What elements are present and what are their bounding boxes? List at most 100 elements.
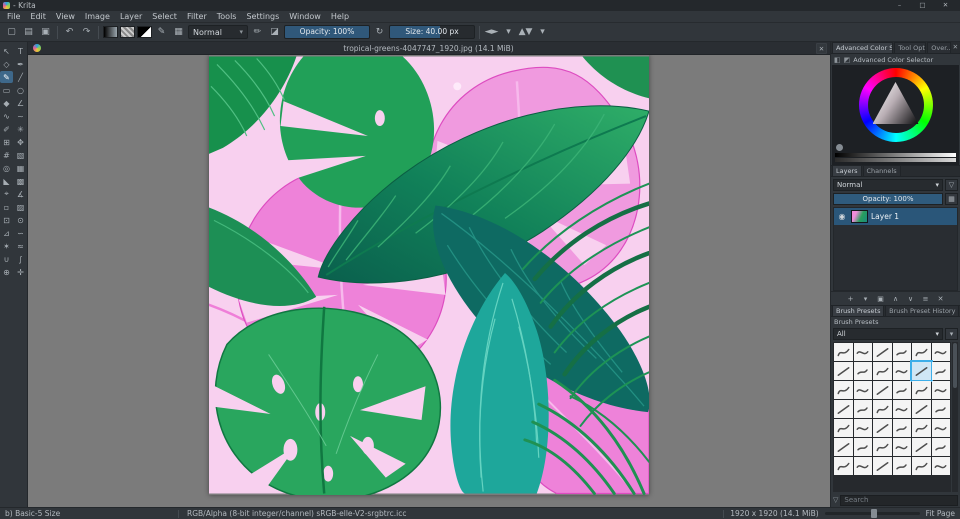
menu-edit[interactable]: Edit (25, 11, 51, 23)
brush-preset-22[interactable] (912, 400, 931, 418)
opacity-slider[interactable]: Opacity: 100% (284, 25, 370, 39)
zoom-mode-label[interactable]: Fit Page (926, 509, 955, 518)
brush-preset-26[interactable] (873, 419, 892, 437)
brush-preset-32[interactable] (873, 438, 892, 456)
brush-preset-17[interactable] (931, 381, 950, 399)
tool-rectangular-select[interactable]: ⊡ (0, 214, 13, 226)
brush-preset-2[interactable] (873, 343, 892, 361)
zoom-slider-thumb[interactable] (870, 509, 877, 518)
tool-polyline[interactable]: ∠ (14, 97, 27, 109)
docker-tab-0[interactable]: Advanced Color Sele... (832, 42, 894, 53)
duplicate-layer-button[interactable]: ▣ (875, 293, 886, 304)
mirror-horizontal-icon[interactable]: ◄► (484, 25, 499, 40)
erase-mode-icon[interactable]: ◪ (267, 25, 282, 40)
minimize-button[interactable]: – (888, 0, 911, 11)
tool-dynamic-brush[interactable]: ✐ (0, 123, 13, 135)
brush-preset-13[interactable] (853, 381, 872, 399)
tool-fill[interactable]: ◣ (0, 175, 13, 187)
menu-filter[interactable]: Filter (182, 11, 212, 23)
brush-tab-0[interactable]: Brush Presets (832, 305, 885, 316)
save-icon[interactable]: ▣ (38, 25, 53, 40)
docker-tab-2[interactable]: Over... (927, 42, 951, 53)
redo-icon[interactable]: ↷ (79, 25, 94, 40)
mirror-horizontal-caret-icon[interactable]: ▾ (501, 25, 516, 40)
menu-settings[interactable]: Settings (241, 11, 284, 23)
brush-preset-40[interactable] (912, 457, 931, 475)
tool-measure[interactable]: ∡ (14, 188, 27, 200)
close-button[interactable]: ✕ (934, 0, 957, 11)
layer-blending-mode-select[interactable]: Normal ▾ (833, 179, 943, 191)
brush-search-input[interactable] (840, 494, 958, 506)
brush-preset-1[interactable] (853, 343, 872, 361)
maximize-button[interactable]: □ (911, 0, 934, 11)
tool-select-shapes[interactable]: ↖ (0, 45, 13, 57)
tool-similar-color-select[interactable]: ≈ (14, 240, 27, 252)
brush-preset-18[interactable] (834, 400, 853, 418)
brush-preset-10[interactable] (910, 360, 933, 382)
layers-tab-0[interactable]: Layers (832, 165, 862, 176)
color-selector-shape-icon[interactable]: ◩ (844, 56, 851, 64)
brush-grid-scrollbar[interactable] (952, 342, 958, 492)
brush-preset-29[interactable] (931, 419, 950, 437)
menu-select[interactable]: Select (147, 11, 182, 23)
tool-enclose-fill[interactable]: ▩ (14, 175, 27, 187)
undo-icon[interactable]: ↶ (62, 25, 77, 40)
menu-layer[interactable]: Layer (115, 11, 147, 23)
menu-help[interactable]: Help (326, 11, 354, 23)
tool-color-sampler[interactable]: ◎ (0, 162, 13, 174)
brush-preset-8[interactable] (873, 362, 892, 380)
tool-transform[interactable]: ⊞ (0, 136, 13, 148)
brush-preset-27[interactable] (892, 419, 911, 437)
brush-preset-0[interactable] (834, 343, 853, 361)
layer-row[interactable]: ◉ Layer 1 (834, 208, 957, 225)
tool-rectangle[interactable]: ▭ (0, 84, 13, 96)
tool-bezier-curve[interactable]: ∿ (0, 110, 13, 122)
tool-zoom[interactable]: ⊕ (0, 266, 13, 278)
brush-tab-1[interactable]: Brush Preset History (885, 305, 959, 316)
toolbar-overflow-icon[interactable]: ▾ (535, 25, 550, 40)
tool-freehand-path[interactable]: ~ (14, 110, 27, 122)
brush-preset-15[interactable] (892, 381, 911, 399)
brush-preset-41[interactable] (931, 457, 950, 475)
brush-preset-34[interactable] (912, 438, 931, 456)
color-selector-settings-icon[interactable]: ◧ (834, 56, 841, 64)
tool-reference-images[interactable]: ▫ (0, 201, 13, 213)
brush-preset-37[interactable] (853, 457, 872, 475)
tool-ellipse[interactable]: ○ (14, 84, 27, 96)
brush-tag-filter-select[interactable]: All ▾ (833, 328, 943, 340)
brush-preset-14[interactable] (873, 381, 892, 399)
brush-preset-33[interactable] (892, 438, 911, 456)
brush-preset-9[interactable] (892, 362, 911, 380)
canvas-viewport[interactable] (28, 55, 830, 507)
tool-polygon[interactable]: ◆ (0, 97, 13, 109)
brush-preset-3[interactable] (892, 343, 911, 361)
tool-bezier-select[interactable]: ∫ (14, 253, 27, 265)
layer-opacity-slider[interactable]: Opacity: 100% (833, 193, 943, 205)
menu-view[interactable]: View (51, 11, 80, 23)
brush-preset-21[interactable] (892, 400, 911, 418)
move-layer-up-button[interactable]: ∧ (890, 293, 901, 304)
delete-layer-button[interactable]: ✕ (935, 293, 946, 304)
paint-mode-icon[interactable]: ✏ (250, 25, 265, 40)
tool-smart-patch[interactable]: ▨ (14, 201, 27, 213)
tool-gradient[interactable]: ▧ (14, 149, 27, 161)
layer-checker-icon[interactable]: ▦ (945, 193, 958, 205)
tool-freehand-brush[interactable]: ✎ (0, 71, 13, 83)
brush-preset-19[interactable] (853, 400, 872, 418)
document-close-button[interactable]: ✕ (816, 42, 827, 54)
brush-preset-24[interactable] (834, 419, 853, 437)
brush-preset-12[interactable] (834, 381, 853, 399)
brush-preset-23[interactable] (931, 400, 950, 418)
brush-preset-11[interactable] (931, 362, 950, 380)
brush-preset-16[interactable] (912, 381, 931, 399)
last-color-swatch[interactable] (836, 144, 843, 151)
menu-tools[interactable]: Tools (212, 11, 242, 23)
new-document-icon[interactable]: ▢ (4, 25, 19, 40)
tool-pattern-edit[interactable]: ▦ (14, 162, 27, 174)
fill-pattern-icon[interactable]: ▦ (171, 25, 186, 40)
tool-calligraphy[interactable]: ✒ (14, 58, 27, 70)
tool-freehand-select[interactable]: ∽ (14, 227, 27, 239)
tool-edit-shapes[interactable]: ◇ (0, 58, 13, 70)
size-slider[interactable]: Size: 40.00 px (389, 25, 475, 39)
tool-crop[interactable]: # (0, 149, 13, 161)
